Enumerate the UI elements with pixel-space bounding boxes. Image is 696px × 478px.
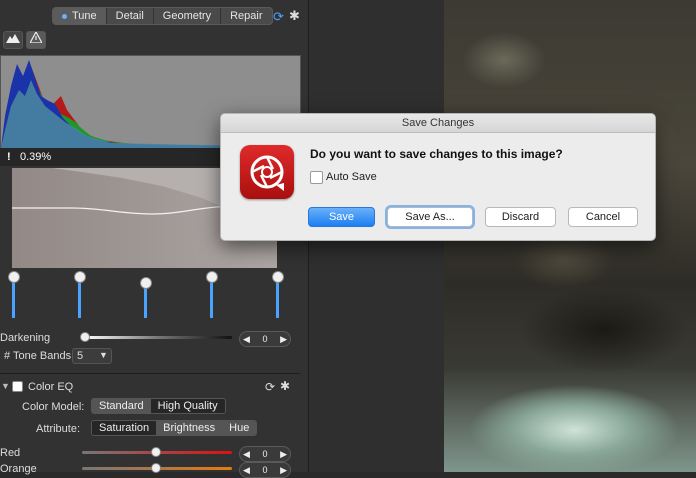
orange-label: Orange bbox=[0, 463, 37, 475]
orange-stepper[interactable]: ◀ 0 ▶ bbox=[239, 462, 291, 478]
attribute-label: Attribute: bbox=[36, 423, 81, 435]
warning-triangle-icon[interactable] bbox=[26, 30, 46, 49]
gear-icon[interactable]: ✱ bbox=[289, 8, 300, 24]
chevron-down-icon: ▼ bbox=[99, 350, 108, 360]
decrement-icon[interactable]: ◀ bbox=[243, 334, 250, 345]
attribute-hue[interactable]: Hue bbox=[222, 421, 257, 435]
attribute-saturation[interactable]: Saturation bbox=[92, 421, 157, 435]
section-divider bbox=[0, 373, 300, 374]
attribute-brightness[interactable]: Brightness bbox=[156, 421, 223, 435]
disclosure-triangle-icon[interactable]: ▼ bbox=[1, 381, 10, 391]
band-knob-5[interactable] bbox=[272, 271, 284, 283]
model-standard[interactable]: Standard bbox=[92, 399, 151, 413]
color-eq-checkbox[interactable] bbox=[12, 381, 23, 392]
band-knob-3[interactable] bbox=[140, 277, 152, 289]
dialog-message: Do you want to save changes to this imag… bbox=[310, 147, 563, 161]
cancel-button[interactable]: Cancel bbox=[568, 207, 638, 227]
darkening-slider[interactable] bbox=[84, 336, 232, 339]
increment-icon[interactable]: ▶ bbox=[280, 334, 287, 345]
orange-value: 0 bbox=[262, 465, 268, 475]
red-label: Red bbox=[0, 447, 21, 459]
band-slider-2[interactable] bbox=[78, 278, 81, 318]
save-as-button[interactable]: Save As... bbox=[387, 207, 473, 227]
tab-geometry[interactable]: Geometry bbox=[154, 8, 222, 24]
discard-button[interactable]: Discard bbox=[485, 207, 556, 227]
decrement-icon[interactable]: ◀ bbox=[243, 449, 250, 460]
tab-detail[interactable]: Detail bbox=[107, 8, 154, 24]
save-button[interactable]: Save bbox=[308, 207, 375, 227]
band-knob-1[interactable] bbox=[8, 271, 20, 283]
app-icon bbox=[240, 145, 294, 199]
dialog-title: Save Changes bbox=[221, 114, 655, 133]
clip-warning-icon: ! bbox=[7, 151, 11, 163]
color-model-label: Color Model: bbox=[22, 401, 85, 413]
band-slider-5[interactable] bbox=[276, 278, 279, 318]
band-knob-2[interactable] bbox=[74, 271, 86, 283]
tab-repair[interactable]: Repair bbox=[221, 8, 271, 24]
refresh-icon[interactable]: ⟳ bbox=[273, 9, 284, 25]
darkening-label: Darkening bbox=[0, 332, 51, 344]
auto-save-label[interactable]: Auto Save bbox=[326, 171, 377, 183]
decrement-icon[interactable]: ◀ bbox=[243, 465, 250, 476]
color-model-segmented: Standard High Quality bbox=[91, 398, 226, 414]
tone-bands-select[interactable]: 5 ▼ bbox=[72, 348, 112, 364]
refresh-icon[interactable]: ⟳ bbox=[265, 380, 275, 394]
tone-bands-value: 5 bbox=[77, 350, 84, 362]
darkening-knob[interactable] bbox=[80, 332, 90, 342]
attribute-segmented: Saturation Brightness Hue bbox=[91, 420, 258, 436]
tone-bands-label: # Tone Bands: bbox=[4, 350, 75, 362]
red-knob[interactable] bbox=[151, 447, 161, 457]
gear-icon[interactable]: ✱ bbox=[280, 379, 290, 393]
model-high-quality[interactable]: High Quality bbox=[150, 399, 225, 413]
mountain-icon[interactable] bbox=[3, 31, 23, 49]
adjust-tabs: Tune Detail Geometry Repair bbox=[52, 7, 273, 25]
band-slider-3[interactable] bbox=[144, 285, 147, 318]
band-slider-1[interactable] bbox=[12, 278, 15, 318]
save-changes-dialog: Save Changes Do you want to save changes… bbox=[220, 113, 656, 241]
aperture-icon bbox=[250, 155, 284, 191]
tab-tune[interactable]: Tune bbox=[53, 8, 107, 24]
active-dot-icon bbox=[62, 13, 67, 19]
auto-save-checkbox[interactable] bbox=[310, 171, 323, 184]
band-knob-4[interactable] bbox=[206, 271, 218, 283]
increment-icon[interactable]: ▶ bbox=[280, 449, 287, 460]
band-slider-4[interactable] bbox=[210, 278, 213, 318]
color-eq-label: Color EQ bbox=[28, 381, 74, 393]
increment-icon[interactable]: ▶ bbox=[280, 465, 287, 476]
clip-percent: 0.39% bbox=[20, 151, 52, 163]
darkening-stepper[interactable]: ◀ 0 ▶ bbox=[239, 331, 291, 347]
red-value: 0 bbox=[262, 449, 268, 459]
red-stepper[interactable]: ◀ 0 ▶ bbox=[239, 446, 291, 462]
darkening-value: 0 bbox=[262, 334, 268, 344]
